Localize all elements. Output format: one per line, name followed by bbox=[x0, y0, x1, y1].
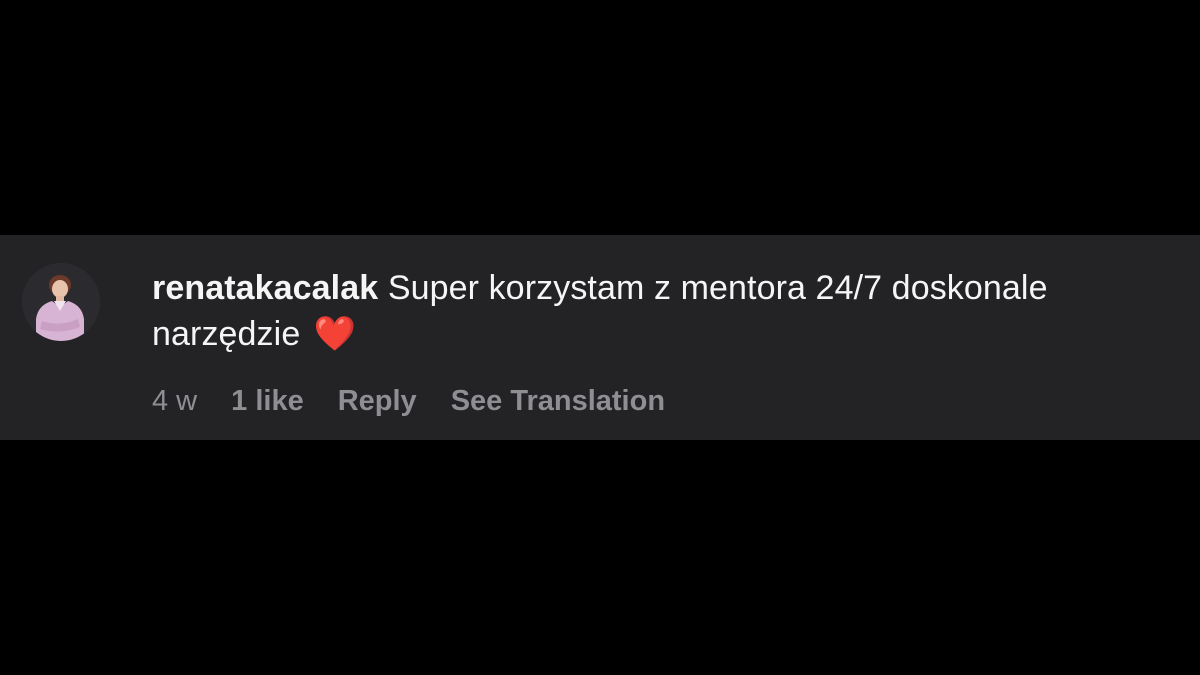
comment-text-block: renatakacalak Super korzystam z mentora … bbox=[152, 265, 1172, 357]
user-avatar[interactable] bbox=[22, 263, 100, 341]
reply-button[interactable]: Reply bbox=[338, 381, 417, 421]
comment-meta-row: 4 w 1 like Reply See Translation bbox=[152, 381, 665, 421]
red-heart-emoji-icon: ❤️ bbox=[313, 315, 357, 353]
user-avatar-photo-icon bbox=[22, 263, 100, 341]
comment-body: renatakacalak Super korzystam z mentora … bbox=[152, 265, 1172, 357]
comment-timestamp: 4 w bbox=[152, 385, 198, 417]
comment-likes-count[interactable]: 1 like bbox=[231, 381, 304, 421]
comment-card: renatakacalak Super korzystam z mentora … bbox=[0, 235, 1200, 440]
see-translation-button[interactable]: See Translation bbox=[451, 381, 665, 421]
video-frame: renatakacalak Super korzystam z mentora … bbox=[0, 0, 1200, 675]
comment-username[interactable]: renatakacalak bbox=[152, 269, 378, 307]
